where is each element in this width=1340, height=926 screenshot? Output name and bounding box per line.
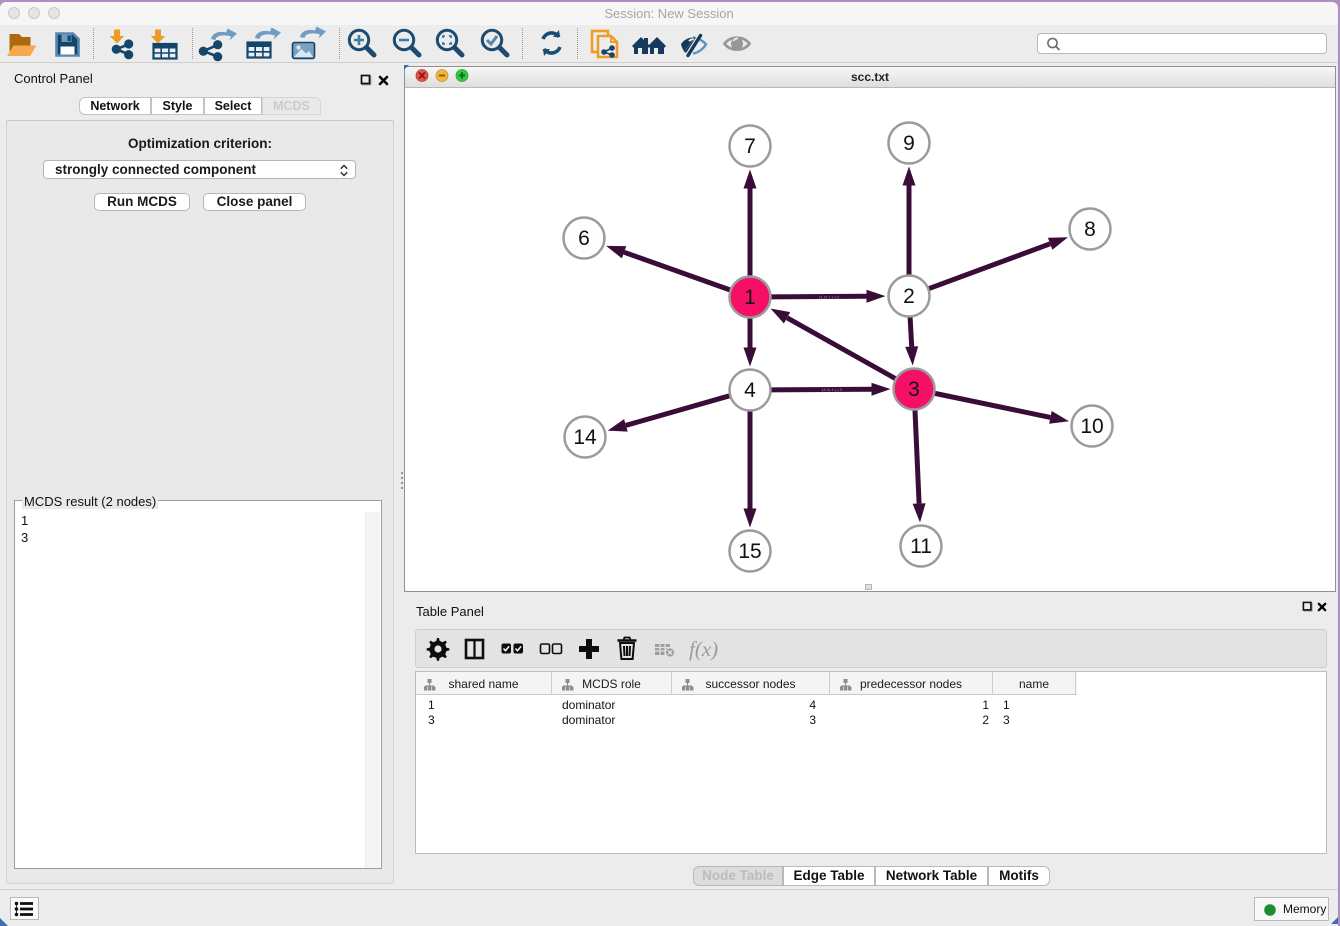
- svg-text:7: 7: [744, 135, 756, 158]
- svg-text:(1,2) 1 (-) 2: (1,2) 1 (-) 2: [819, 294, 840, 299]
- svg-text:14: 14: [573, 426, 597, 449]
- svg-text:11: 11: [910, 535, 932, 558]
- svg-text:15: 15: [738, 540, 761, 563]
- svg-text:10: 10: [1080, 415, 1103, 438]
- svg-text:(4,3) 4 (-) 3: (4,3) 4 (-) 3: [822, 387, 843, 392]
- svg-text:3: 3: [908, 378, 920, 401]
- svg-text:8: 8: [1084, 218, 1096, 241]
- svg-text:6: 6: [578, 227, 590, 250]
- svg-text:2: 2: [903, 285, 915, 308]
- svg-text:1: 1: [744, 286, 756, 309]
- svg-text:f(x): f(x): [689, 637, 718, 661]
- svg-text:4: 4: [744, 379, 756, 402]
- svg-text:9: 9: [903, 132, 915, 155]
